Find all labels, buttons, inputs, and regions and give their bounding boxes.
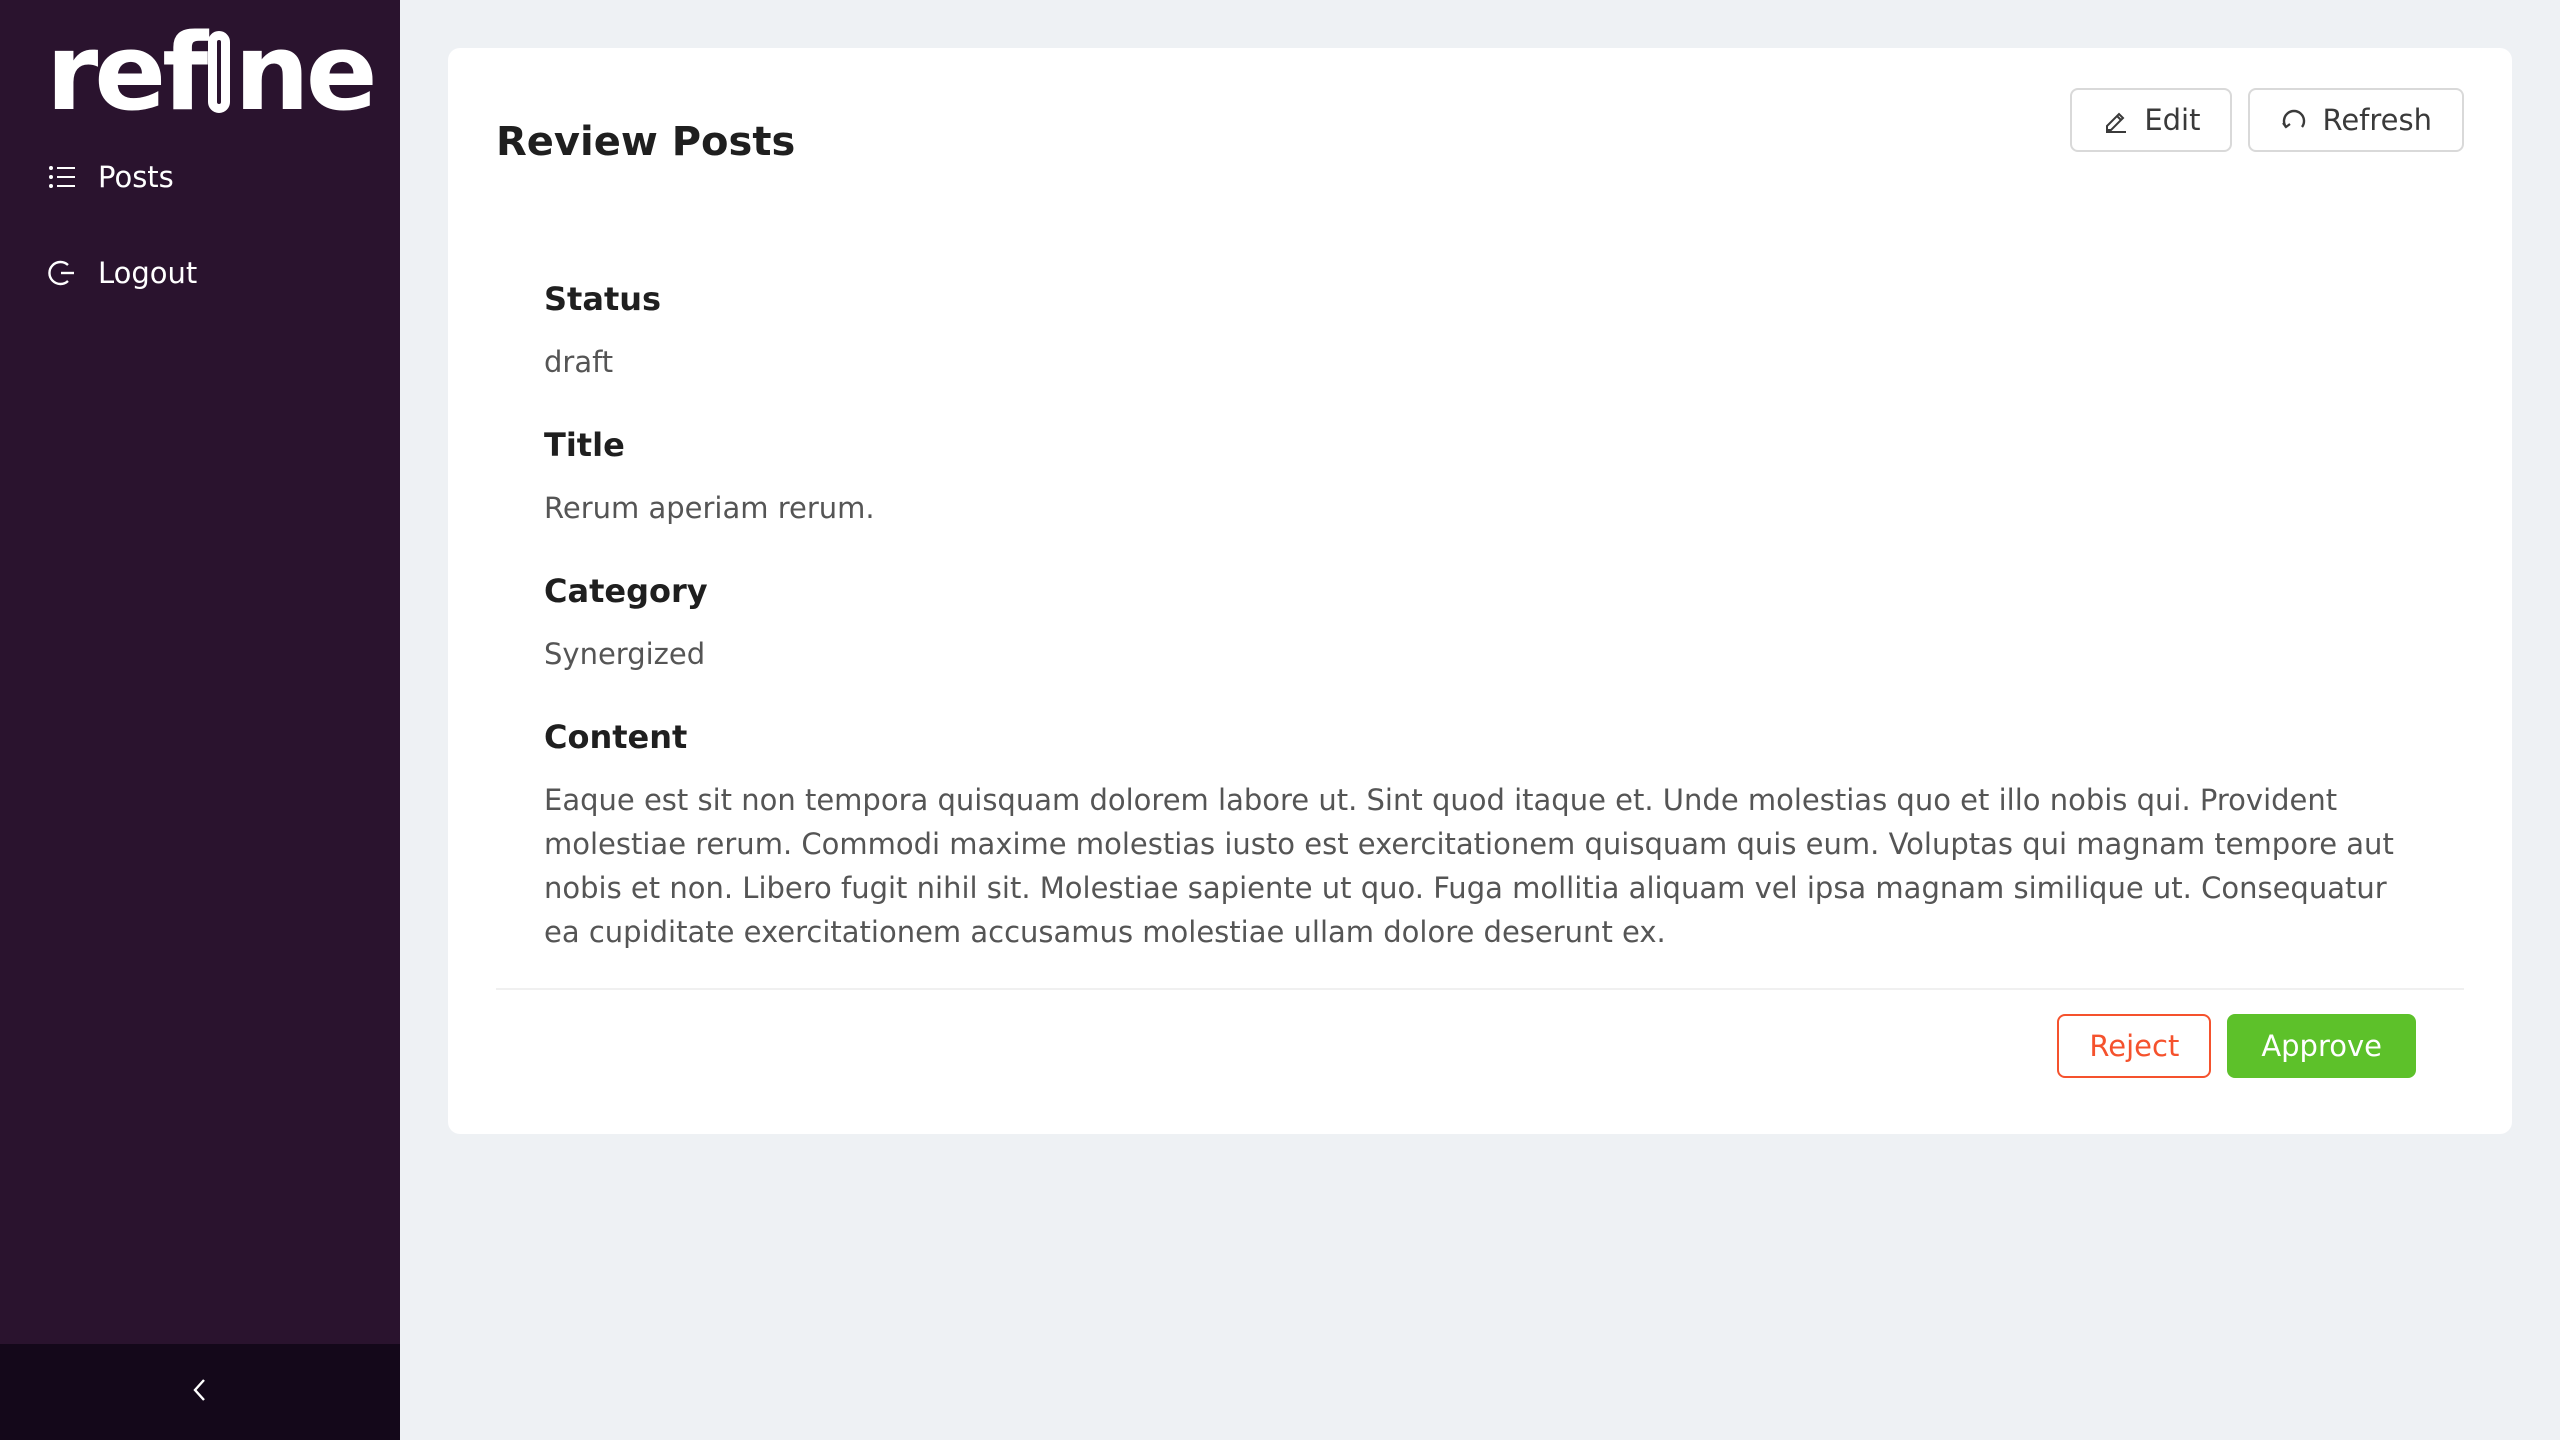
content-value: Eaque est sit non tempora quisquam dolor… (544, 783, 2394, 949)
main-content: Review Posts Edit Refresh Status draft T… (400, 0, 2560, 1440)
status-label: Status (544, 280, 662, 318)
edit-button-label: Edit (2144, 103, 2201, 137)
header-actions: Edit Refresh (2070, 88, 2464, 152)
sidebar-item-label: Logout (98, 256, 198, 290)
review-card: Review Posts Edit Refresh Status draft T… (448, 48, 2512, 1134)
app-root: ref ne Posts Logout Review Posts Edit Re… (0, 0, 2560, 1440)
post-fields: Status draft Title Rerum aperiam rerum. … (544, 280, 2424, 996)
sidebar-item-label: Posts (98, 160, 174, 194)
footer-divider (496, 988, 2464, 990)
category-label: Category (544, 572, 708, 610)
logo-text-right: ne (234, 11, 377, 134)
logo-text-left: ref (46, 11, 208, 134)
refine-logo[interactable]: ref ne (46, 11, 378, 134)
content-label: Content (544, 718, 688, 756)
category-value: Synergized (544, 637, 706, 671)
title-label: Title (544, 426, 625, 464)
refresh-button-label: Refresh (2322, 103, 2432, 137)
sidebar-menu: Posts Logout (0, 148, 400, 340)
logo-pill-icon (208, 31, 231, 113)
approve-button[interactable]: Approve (2227, 1014, 2416, 1078)
sidebar-item-logout[interactable]: Logout (0, 244, 400, 302)
logout-icon (48, 259, 76, 287)
reject-button[interactable]: Reject (2057, 1014, 2212, 1078)
sidebar-collapse-button[interactable] (0, 1344, 400, 1440)
refresh-button[interactable]: Refresh (2248, 88, 2464, 152)
sidebar-item-posts[interactable]: Posts (0, 148, 400, 206)
sidebar: ref ne Posts Logout (0, 0, 400, 1440)
footer-actions: Reject Approve (2057, 1014, 2416, 1078)
status-value: draft (544, 345, 614, 379)
title-value: Rerum aperiam rerum. (544, 491, 875, 525)
edit-button[interactable]: Edit (2070, 88, 2233, 152)
edit-icon (2102, 106, 2130, 134)
list-icon (48, 163, 76, 191)
refresh-icon (2280, 106, 2308, 134)
page-title: Review Posts (496, 119, 796, 165)
chevron-left-icon (190, 1376, 210, 1408)
